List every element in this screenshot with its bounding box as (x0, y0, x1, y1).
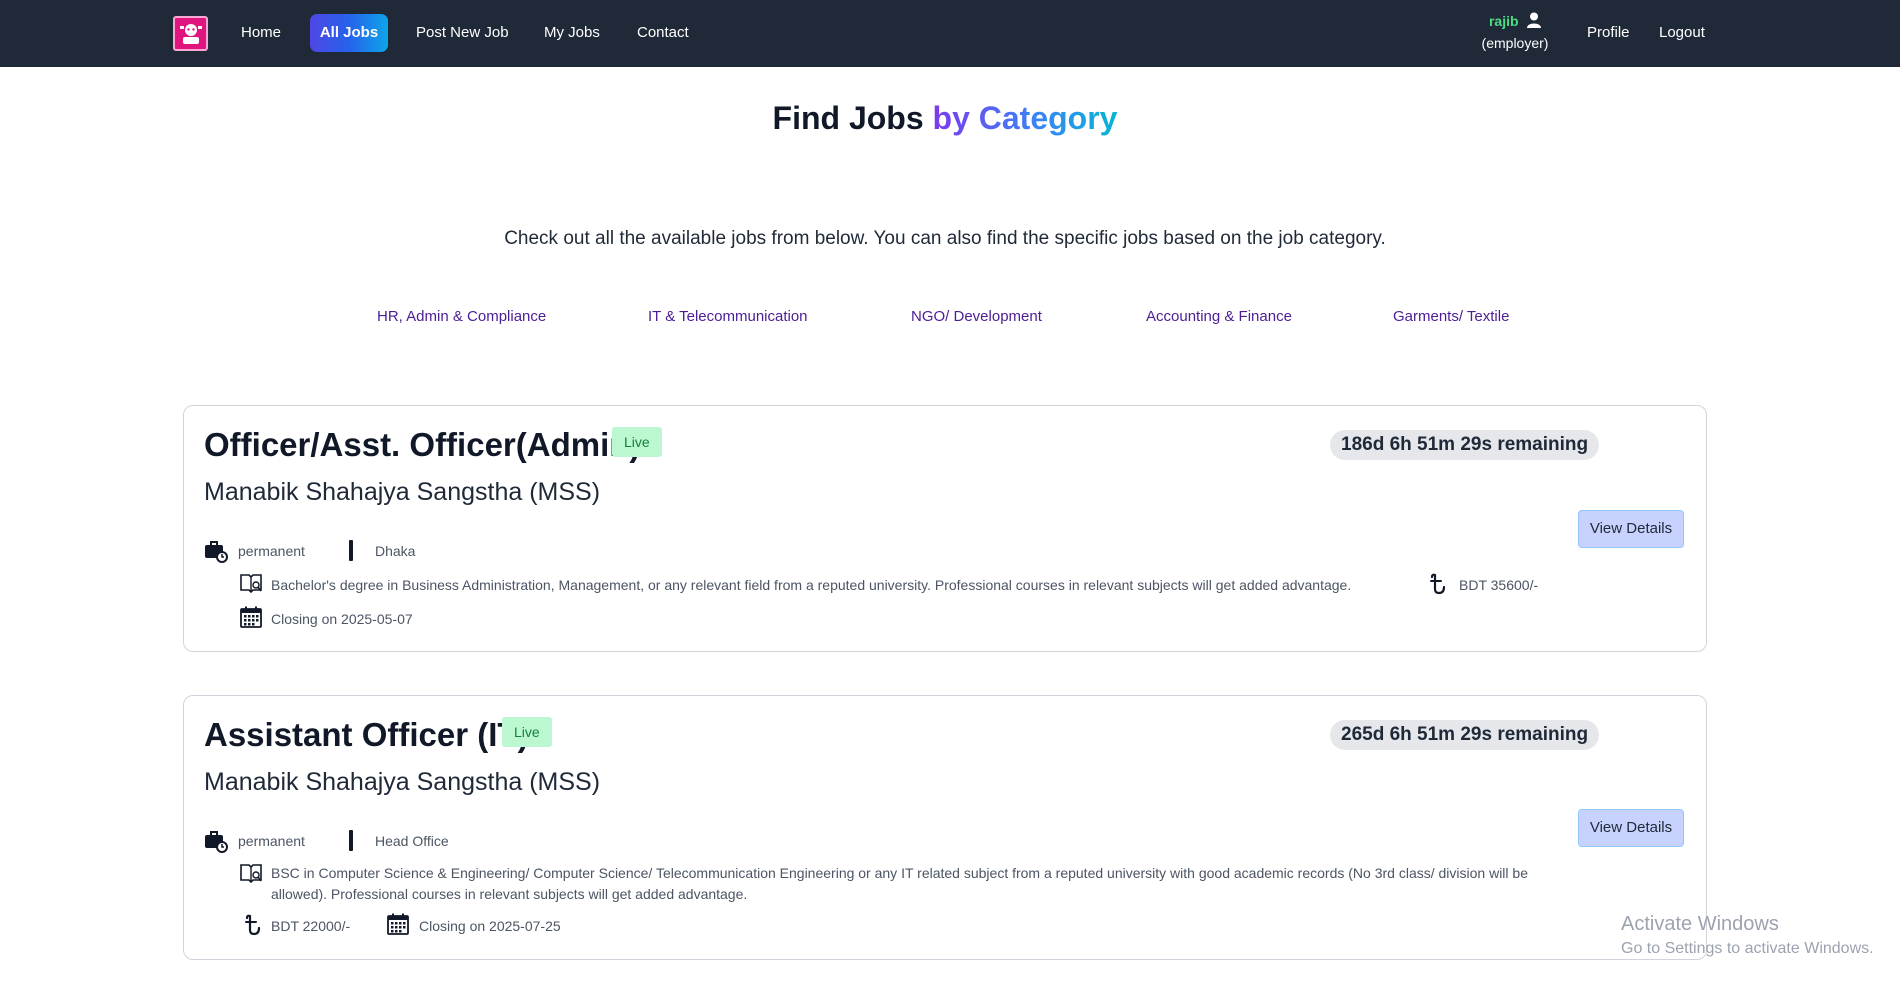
nav-profile[interactable]: Profile (1587, 20, 1630, 46)
view-details-button[interactable]: View Details (1578, 809, 1684, 847)
job-salary: BDT 35600/- (1459, 577, 1539, 593)
page-title-plain: Find Jobs (772, 100, 924, 136)
category-ngo[interactable]: NGO/ Development (911, 308, 1042, 325)
job-type: permanent (238, 543, 305, 559)
calendar-icon (386, 912, 410, 941)
category-accounting[interactable]: Accounting & Finance (1146, 308, 1292, 325)
view-details-button[interactable]: View Details (1578, 510, 1684, 548)
top-navbar: Home All Jobs Post New Job My Jobs Conta… (0, 0, 1900, 67)
activate-windows-subtitle: Go to Settings to activate Windows. (1621, 940, 1874, 957)
taka-icon (1429, 572, 1447, 601)
calendar-icon (239, 605, 263, 634)
live-badge: Live (612, 427, 662, 457)
countdown-badge: 186d 6h 51m 29s remaining (1330, 430, 1600, 460)
live-badge: Live (502, 717, 552, 747)
location-icon (349, 830, 353, 851)
job-location: Dhaka (375, 543, 416, 559)
category-it-telecom[interactable]: IT & Telecommunication (648, 308, 808, 325)
job-education: BSC in Computer Science & Engineering/ C… (271, 865, 1528, 902)
job-title: Assistant Officer (IT) (204, 716, 529, 753)
nav-all-jobs[interactable]: All Jobs (310, 14, 388, 52)
page-title-gradient: by Category (932, 100, 1118, 136)
education-icon (239, 862, 263, 889)
category-garments[interactable]: Garments/ Textile (1393, 308, 1509, 325)
site-logo[interactable] (173, 16, 208, 51)
user-role: (employer) (1481, 35, 1549, 51)
nav-logout[interactable]: Logout (1659, 20, 1705, 46)
job-closing-date: Closing on 2025-07-25 (419, 918, 561, 934)
job-card: Assistant Officer (IT) Live 265d 6h 51m … (183, 695, 1707, 960)
nav-my-jobs[interactable]: My Jobs (544, 20, 600, 46)
job-closing-date: Closing on 2025-05-07 (271, 611, 413, 627)
job-education: Bachelor's degree in Business Administra… (271, 577, 1352, 593)
job-type-icon (204, 539, 228, 568)
job-salary: BDT 22000/- (271, 918, 351, 934)
user-icon (1527, 12, 1542, 33)
category-hr-admin[interactable]: HR, Admin & Compliance (377, 308, 546, 325)
education-icon (239, 572, 263, 599)
user-info[interactable]: rajib (employer) (1470, 12, 1560, 51)
job-type: permanent (238, 833, 305, 849)
page-subtitle: Check out all the available jobs from be… (504, 228, 1386, 249)
job-location: Head Office (375, 833, 449, 849)
logo-icon (179, 23, 202, 44)
taka-icon (244, 913, 262, 942)
countdown-badge: 265d 6h 51m 29s remaining (1330, 720, 1600, 750)
activate-windows-title: Activate Windows (1621, 913, 1779, 935)
job-title: Officer/Asst. Officer(Admin) (204, 426, 641, 463)
page-title: Find Jobs by Category (0, 100, 1890, 137)
username: rajib (1488, 13, 1519, 29)
nav-post-new-job[interactable]: Post New Job (416, 20, 509, 46)
job-card: Officer/Asst. Officer(Admin) Live 186d 6… (183, 405, 1707, 652)
nav-home[interactable]: Home (241, 20, 281, 46)
nav-contact[interactable]: Contact (637, 20, 689, 46)
company-name: Manabik Shahajya Sangstha (MSS) (204, 768, 601, 796)
job-type-icon (204, 829, 228, 858)
location-icon (349, 540, 353, 561)
company-name: Manabik Shahajya Sangstha (MSS) (204, 478, 601, 506)
